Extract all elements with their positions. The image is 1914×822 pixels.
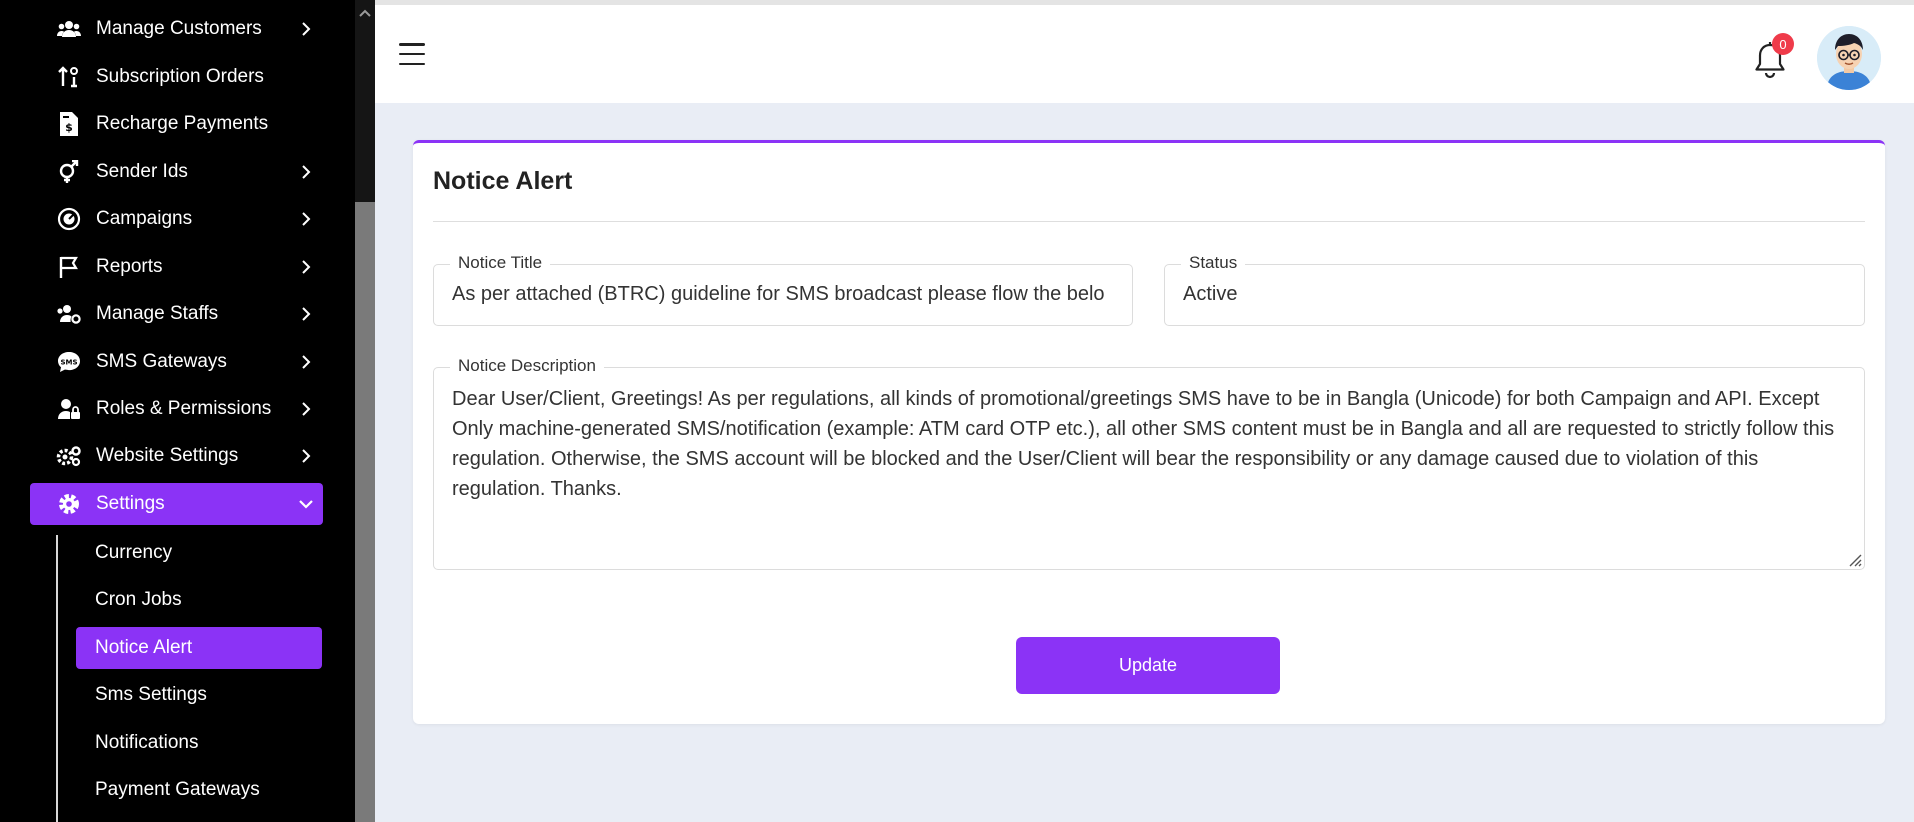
page-title: Notice Alert [433,167,573,195]
top-header: 0 [375,0,1914,103]
sidebar-item-label: Manage Customers [96,18,262,39]
bullseye-icon [54,207,84,231]
sidebar-item-website-settings[interactable]: Website Settings [30,435,323,477]
sidebar-item-subscription-orders[interactable]: Subscription Orders [30,56,323,98]
chevron-right-icon [289,211,323,227]
chevron-right-icon [289,306,323,322]
title-divider [433,221,1865,222]
hamburger-menu-icon[interactable] [399,43,425,65]
sidebar-item-label: SMS Gateways [96,351,227,372]
chevron-down-icon [289,499,323,509]
sidebar-item-reports[interactable]: Reports [30,246,323,288]
sidebar-item-manage-customers[interactable]: Manage Customers [30,8,323,50]
chevron-right-icon [289,164,323,180]
sidebar: Manage Customers Subscription Orders $ R… [0,0,355,822]
svg-text:$: $ [65,121,73,134]
sidebar-scrollbar[interactable] [355,0,375,822]
invoice-dollar-icon: $ [54,112,84,136]
scroll-up-arrow-icon[interactable] [358,6,372,20]
chevron-right-icon [289,401,323,417]
notice-alert-card: Notice Alert Notice Title As per attache… [413,140,1885,724]
users-cog-icon [54,304,84,324]
sidebar-item-sender-ids[interactable]: Sender Ids [30,151,323,193]
notice-description-textarea[interactable]: Dear User/Client, Greetings! As per regu… [452,384,1844,504]
notice-title-field[interactable]: Notice Title As per attached (BTRC) guid… [433,253,1133,326]
submenu-item-cron-jobs[interactable]: Cron Jobs [76,579,322,621]
sidebar-item-label: Sender Ids [96,161,188,182]
submenu-item-currency[interactable]: Currency [76,532,322,574]
notice-title-label: Notice Title [450,253,551,273]
gear-icon [54,492,84,516]
submenu-item-payment-gateways[interactable]: Payment Gateways [76,769,322,811]
notice-description-label: Notice Description [450,356,604,376]
sidebar-item-label: Manage Staffs [96,303,219,324]
resize-handle-icon[interactable] [1846,551,1862,567]
sidebar-item-manage-staffs[interactable]: Manage Staffs [30,293,323,335]
sms-bubble-icon: SMS [54,351,84,373]
flag-icon [54,255,84,279]
sidebar-item-label: Website Settings [96,445,239,466]
sort-icon [54,66,84,88]
sidebar-item-sms-gateways[interactable]: SMS SMS Gateways [30,341,323,383]
submenu-item-sms-settings[interactable]: Sms Settings [76,674,322,716]
submenu-divider-line [56,535,58,822]
chevron-right-icon [289,259,323,275]
users-icon [54,20,84,38]
status-select[interactable]: Active [1183,283,1848,306]
cogs-icon [54,445,84,467]
sidebar-item-label: Subscription Orders [96,66,264,87]
sidebar-item-recharge-payments[interactable]: $ Recharge Payments [30,103,323,145]
notification-count-badge: 0 [1772,33,1794,55]
sidebar-item-label: Roles & Permissions [96,398,272,419]
sidebar-item-roles-permissions[interactable]: Roles & Permissions [30,388,323,430]
venus-mars-icon [54,160,84,184]
sidebar-item-label: Recharge Payments [96,113,269,134]
submenu-item-notifications[interactable]: Notifications [76,722,322,764]
notice-title-input[interactable]: As per attached (BTRC) guideline for SMS… [452,283,1116,306]
chevron-right-icon [289,354,323,370]
status-label: Status [1181,253,1246,273]
sidebar-item-label: Reports [96,256,163,277]
update-button[interactable]: Update [1016,637,1280,694]
chevron-right-icon [289,21,323,37]
scrollbar-thumb[interactable] [355,202,375,822]
svg-text:SMS: SMS [60,359,77,367]
status-field[interactable]: Status Active [1164,253,1865,326]
user-avatar[interactable] [1817,26,1881,90]
submenu-item-notice-alert[interactable]: Notice Alert [76,627,322,669]
chevron-right-icon [289,448,323,464]
notice-description-field[interactable]: Notice Description Dear User/Client, Gre… [433,356,1865,570]
sidebar-item-settings[interactable]: Settings [30,483,323,525]
sidebar-item-label: Campaigns [96,208,193,229]
sidebar-item-campaigns[interactable]: Campaigns [30,198,323,240]
sidebar-item-label: Settings [96,493,165,514]
user-lock-icon [54,398,84,420]
